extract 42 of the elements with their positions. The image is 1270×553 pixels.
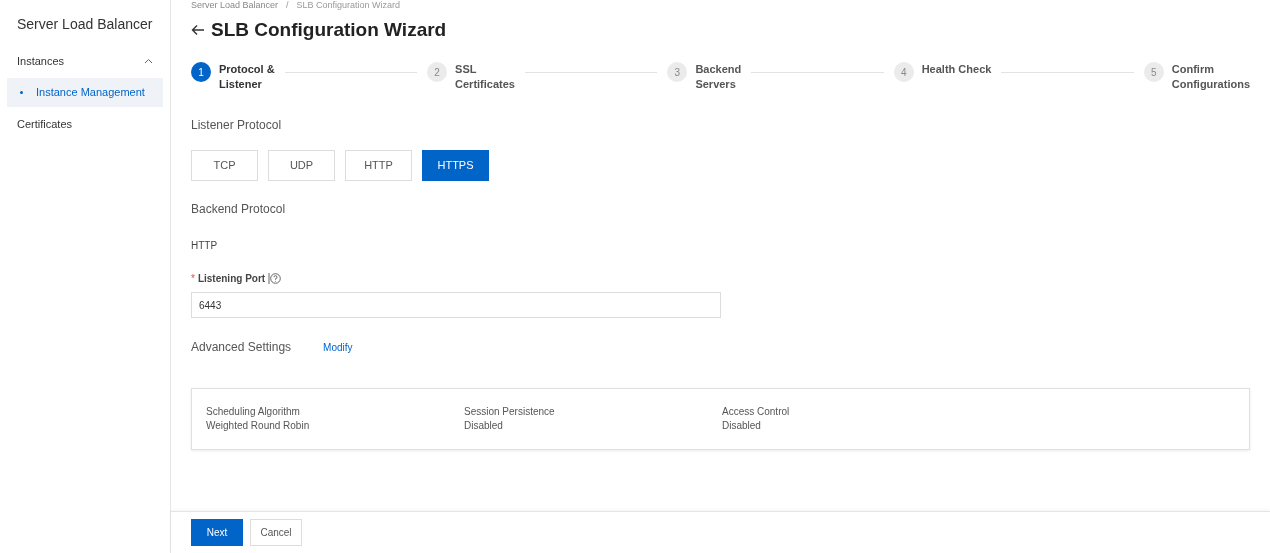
step-label: Confirm Configurations <box>1171 62 1250 92</box>
port-input[interactable]: 6443 <box>191 292 721 318</box>
step-label: Backend Servers <box>695 62 742 92</box>
field-label: Listening Port <box>197 272 266 286</box>
protocol-option[interactable]: TCP <box>191 150 258 181</box>
breadcrumb-separator: / <box>286 0 289 11</box>
modify-link[interactable]: Modify <box>323 339 353 355</box>
page-title: SLB Configuration Wizard <box>211 17 447 42</box>
field-label: Listener Protocol <box>191 117 283 134</box>
setting-value: Disabled <box>464 419 504 433</box>
next-button[interactable]: Next <box>191 519 243 546</box>
sidebar-item[interactable]: Instance Management <box>7 78 163 107</box>
protocol-option[interactable]: UDP <box>268 150 335 181</box>
step-label: Health Check <box>921 62 992 77</box>
sidebar-group[interactable]: Certificates <box>0 112 170 136</box>
sidebar-title: Server Load Balancer <box>16 15 154 34</box>
cancel-button[interactable]: Cancel <box>250 519 302 546</box>
setting-label: Session Persistence <box>464 405 556 419</box>
setting-label: Scheduling Algorithm <box>206 405 301 419</box>
step-label: SSL Certificates <box>455 62 515 92</box>
step-number: 3 <box>667 62 688 82</box>
setting-value: Disabled <box>722 419 762 433</box>
step-number: 2 <box>427 62 448 82</box>
required-mark: * <box>191 272 195 286</box>
setting-value: Weighted Round Robin <box>206 419 311 433</box>
chevron-up-icon <box>144 58 153 64</box>
breadcrumb-link[interactable]: Server Load Balancer <box>191 0 279 11</box>
protocol-option[interactable]: HTTP <box>345 150 412 181</box>
field-label: Backend Protocol <box>191 201 287 218</box>
breadcrumb-current: SLB Configuration Wizard <box>296 0 401 11</box>
sidebar-group[interactable]: Instances <box>0 49 170 73</box>
help-icon[interactable] <box>268 272 282 285</box>
step-number: 1 <box>191 62 211 82</box>
field-value: HTTP <box>191 239 219 253</box>
protocol-option[interactable]: HTTPS <box>422 150 489 181</box>
step-label: Protocol & Listener <box>219 62 275 92</box>
step-number: 5 <box>1143 62 1164 82</box>
back-arrow-icon[interactable] <box>191 24 205 36</box>
bullet-icon <box>20 91 23 94</box>
section-label: Advanced Settings <box>191 339 292 356</box>
step-number: 4 <box>893 62 914 82</box>
setting-label: Access Control <box>722 405 791 419</box>
